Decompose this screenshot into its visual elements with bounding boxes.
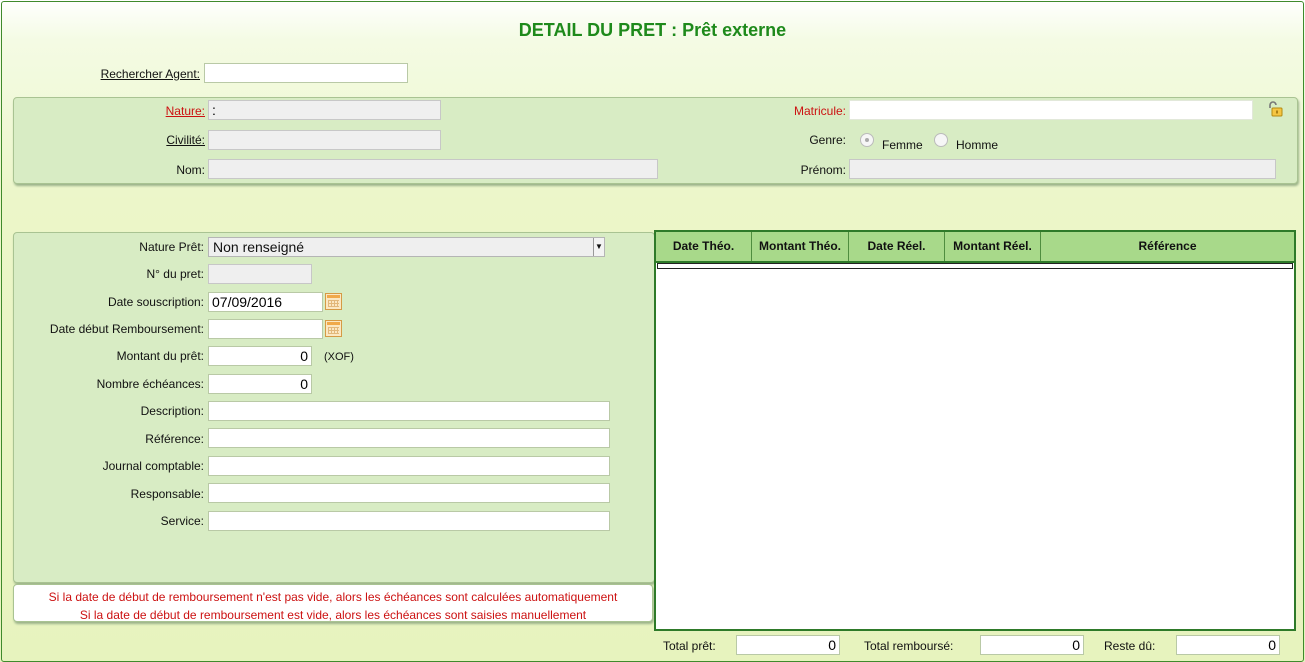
prenom-label: Prénom:	[800, 163, 846, 177]
col-montant-theo[interactable]: Montant Théo.	[752, 232, 849, 261]
calendar-icon[interactable]	[325, 320, 342, 337]
journal-input[interactable]	[208, 456, 610, 476]
reste-du-label: Reste dû:	[1104, 639, 1156, 653]
nom-label: Nom:	[176, 163, 205, 177]
nature-pret-select[interactable]: Non renseigné ▼	[208, 237, 605, 257]
date-souscription-label: Date souscription:	[107, 295, 204, 309]
search-agent-label: Rechercher Agent:	[100, 67, 200, 81]
total-rembourse-label: Total remboursé:	[864, 639, 954, 653]
description-label: Description:	[140, 404, 204, 418]
radio-homme-label: Homme	[956, 138, 999, 152]
service-label: Service:	[160, 514, 204, 528]
calendar-icon[interactable]	[325, 293, 342, 310]
civilite-field[interactable]	[208, 130, 441, 150]
nature-pret-value: Non renseigné	[213, 239, 305, 255]
montant-label: Montant du prêt:	[116, 349, 204, 363]
page-title: DETAIL DU PRET : Prêt externe	[518, 20, 787, 40]
radio-femme-label: Femme	[882, 138, 923, 152]
date-souscription-input[interactable]	[208, 292, 323, 312]
journal-label: Journal comptable:	[102, 459, 204, 473]
responsable-label: Responsable:	[130, 487, 204, 501]
prenom-field[interactable]	[849, 159, 1276, 179]
currency-label: (XOF)	[324, 351, 354, 363]
civilite-label: Civilité:	[166, 133, 205, 147]
total-pret-field[interactable]	[736, 635, 840, 655]
schedule-table: Date Théo. Montant Théo. Date Réel. Mont…	[654, 230, 1296, 631]
nature-field[interactable]	[208, 100, 441, 120]
col-date-reel[interactable]: Date Réel.	[849, 232, 945, 261]
chevron-down-icon[interactable]: ▼	[593, 238, 604, 256]
note-manual: Si la date de début de remboursement est…	[79, 608, 587, 622]
nature-pret-label: Nature Prêt:	[139, 240, 204, 254]
total-pret-label: Total prêt:	[663, 639, 716, 653]
search-agent-input[interactable]	[204, 63, 408, 83]
numero-pret-label: N° du pret:	[146, 267, 205, 281]
date-debut-label: Date début Remboursement:	[49, 322, 204, 336]
nature-label: Nature:	[165, 104, 205, 118]
nb-echeances-input[interactable]	[208, 374, 312, 394]
empty-row	[657, 263, 1293, 269]
matricule-field[interactable]	[849, 100, 1253, 120]
schedule-table-header: Date Théo. Montant Théo. Date Réel. Mont…	[656, 232, 1294, 263]
reference-label: Référence:	[145, 432, 204, 446]
col-date-theo[interactable]: Date Théo.	[656, 232, 752, 261]
unlock-icon[interactable]	[1267, 101, 1283, 117]
matricule-label: Matricule:	[793, 104, 846, 118]
montant-input[interactable]	[208, 346, 312, 366]
reste-du-field[interactable]	[1176, 635, 1280, 655]
nb-echeances-label: Nombre échéances:	[96, 377, 204, 391]
nom-field[interactable]	[208, 159, 658, 179]
responsable-input[interactable]	[208, 483, 610, 503]
radio-femme[interactable]	[860, 133, 874, 147]
col-reference[interactable]: Référence	[1041, 232, 1294, 261]
genre-label: Genre:	[809, 133, 846, 147]
description-input[interactable]	[208, 401, 610, 421]
info-notes: Si la date de début de remboursement n'e…	[13, 584, 653, 622]
numero-pret-field[interactable]	[208, 264, 312, 284]
note-auto: Si la date de début de remboursement n'e…	[48, 590, 618, 604]
col-montant-reel[interactable]: Montant Réel.	[945, 232, 1041, 261]
reference-input[interactable]	[208, 428, 610, 448]
service-input[interactable]	[208, 511, 610, 531]
radio-homme[interactable]	[934, 133, 948, 147]
date-debut-input[interactable]	[208, 319, 323, 339]
total-rembourse-field[interactable]	[980, 635, 1084, 655]
